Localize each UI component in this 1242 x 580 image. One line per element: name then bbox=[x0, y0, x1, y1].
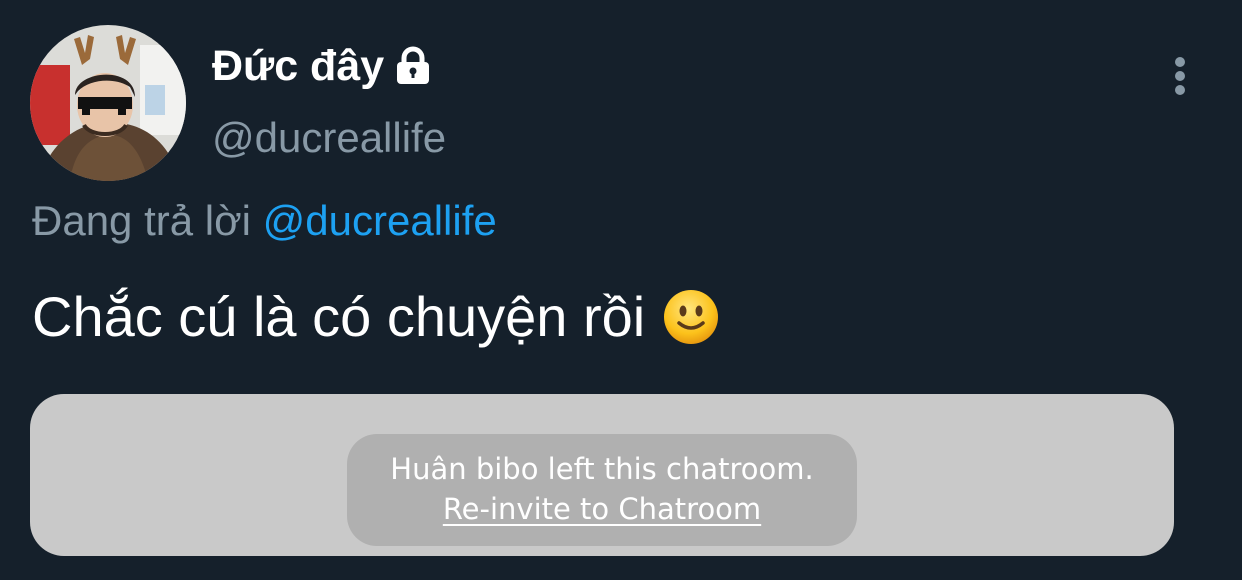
more-vertical-icon bbox=[1175, 57, 1185, 95]
replying-to-mention[interactable]: @ducreallife bbox=[263, 197, 497, 244]
tweet-body: Chắc cú là có chuyện rồi bbox=[32, 284, 719, 349]
chat-media-card: Huân bibo left this chatroom. Re-invite … bbox=[30, 394, 1174, 556]
display-name[interactable]: Đức đây bbox=[212, 42, 384, 91]
avatar[interactable] bbox=[30, 25, 186, 181]
slightly-smiling-face-icon bbox=[663, 289, 719, 345]
replying-to: Đang trả lời @ducreallife bbox=[32, 197, 497, 245]
tweet-detail: Đức đây @ducreallife Đang trả lời @ducre… bbox=[0, 0, 1242, 580]
more-options-button[interactable] bbox=[1160, 52, 1200, 100]
user-handle[interactable]: @ducreallife bbox=[212, 114, 446, 162]
lock-icon bbox=[394, 46, 432, 86]
chat-notice: Huân bibo left this chatroom. Re-invite … bbox=[347, 434, 857, 546]
reinvite-link-row: Re-invite to Chatroom bbox=[347, 492, 857, 526]
replying-to-label: Đang trả lời bbox=[32, 197, 251, 244]
reinvite-link[interactable]: Re-invite to Chatroom bbox=[443, 492, 761, 526]
avatar-image bbox=[30, 25, 186, 181]
tweet-text: Chắc cú là có chuyện rồi bbox=[32, 285, 646, 348]
display-name-row[interactable]: Đức đây bbox=[212, 38, 432, 94]
chat-notice-message: Huân bibo left this chatroom. bbox=[390, 452, 814, 486]
